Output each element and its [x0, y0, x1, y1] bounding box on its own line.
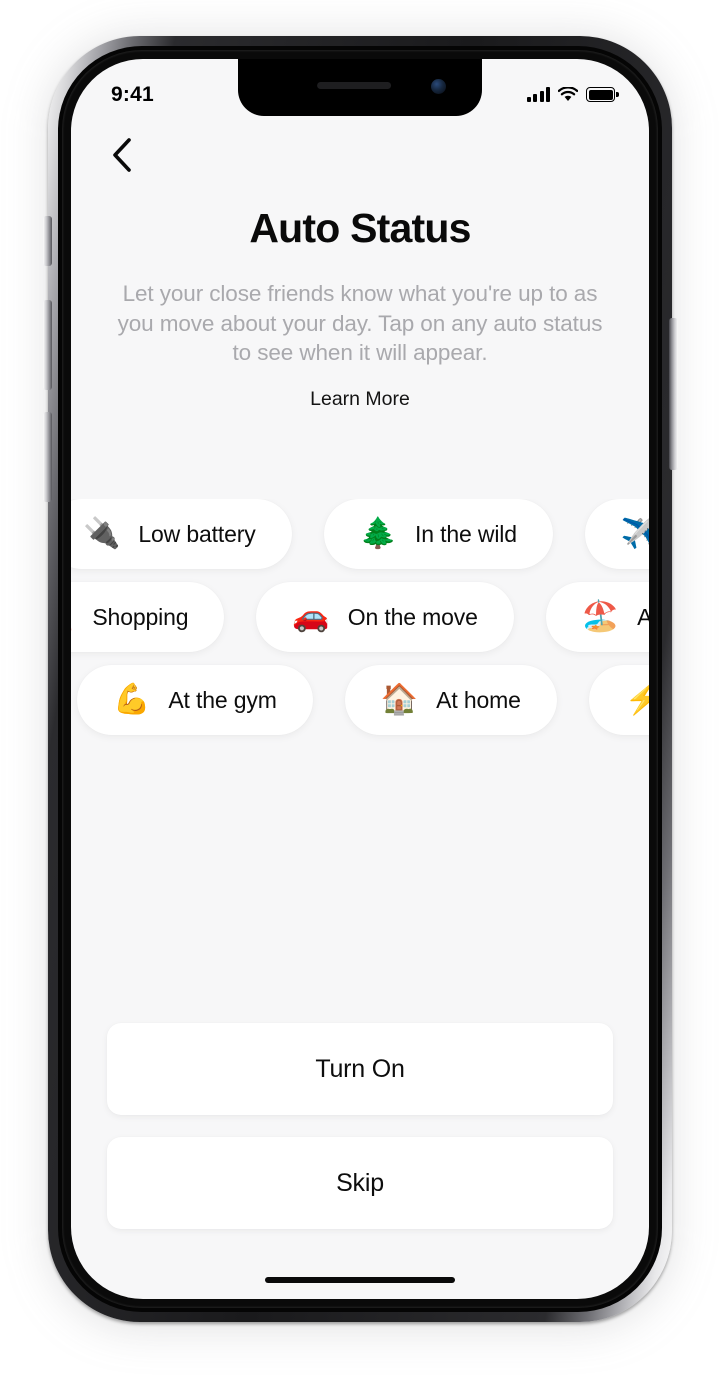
volume-down-button[interactable] [43, 412, 52, 502]
status-chip[interactable]: ⚡Charging [588, 665, 649, 736]
silent-switch-button[interactable] [43, 216, 52, 266]
screenshot-stage: 9:41 Auto Status Let your close friends … [0, 0, 720, 1377]
phone-screen: 9:41 Auto Status Let your close friends … [71, 59, 649, 1299]
status-chip-label: On the move [347, 603, 478, 630]
front-camera-icon [431, 79, 446, 94]
signal-bars-icon [526, 87, 550, 102]
evergreen-tree-icon: 🌲 [359, 517, 397, 551]
status-bar-icons [526, 86, 619, 102]
chip-row-2: 🛍️ Shopping 🚗 On the move 🏖️ At the beach [71, 582, 649, 653]
status-chip-label: Low battery [138, 520, 256, 547]
beach-with-umbrella-icon: 🏖️ [581, 600, 620, 634]
back-button[interactable] [99, 132, 145, 178]
status-chip-label: In the wild [414, 520, 517, 547]
battery-full-icon [586, 87, 619, 102]
bottom-action-area: Turn On Skip [71, 1023, 649, 1229]
navigation-bar [71, 116, 649, 194]
status-chip-label: At the gym [168, 686, 277, 713]
red-car-icon: 🚗 [292, 600, 330, 634]
page-subtitle: Let your close friends know what you're … [117, 281, 603, 366]
status-chip[interactable]: 💪 At the gym [77, 665, 313, 736]
flexed-biceps-icon: 💪 [113, 683, 151, 717]
shopping-bags-icon: 🛍️ [71, 602, 74, 632]
chip-row-1: 🔌 Low battery 🌲 In the wild ✈️At the airport [71, 499, 649, 570]
skip-button[interactable]: Skip [107, 1137, 613, 1229]
wifi-icon [557, 86, 579, 102]
volume-up-button[interactable] [43, 300, 52, 390]
status-chip-label: At the beach [637, 603, 649, 630]
page-header: Auto Status Let your close friends know … [71, 194, 649, 411]
status-chip[interactable]: 🏖️ At the beach [545, 582, 649, 653]
home-indicator[interactable] [265, 1277, 455, 1283]
chip-row-3: 💪 At the gym 🏠 At home ⚡Charging [77, 665, 649, 736]
high-voltage-icon: ⚡ [624, 683, 649, 717]
status-chip-label: At home [436, 686, 521, 713]
electric-plug-icon: 🔌 [83, 517, 121, 551]
status-chip[interactable]: 🔌 Low battery [71, 499, 292, 570]
page-title: Auto Status [249, 205, 471, 251]
airplane-icon: ✈️ [620, 517, 649, 551]
status-chip[interactable]: 🛍️ Shopping [71, 582, 225, 653]
power-button[interactable] [669, 318, 678, 470]
status-chip[interactable]: 🌲 In the wild [323, 499, 553, 570]
status-chip-label: Shopping [92, 603, 189, 630]
screen-content: Auto Status Let your close friends know … [71, 116, 649, 1299]
earpiece-speaker [317, 82, 392, 89]
learn-more-link[interactable]: Learn More [310, 388, 410, 411]
house-icon: 🏠 [380, 683, 419, 717]
status-chip[interactable]: 🚗 On the move [256, 582, 514, 653]
chevron-left-icon [113, 138, 131, 172]
turn-on-button[interactable]: Turn On [107, 1023, 613, 1115]
auto-status-chip-area: 🔌 Low battery 🌲 In the wild ✈️At the airport… [71, 499, 649, 748]
status-bar-time: 9:41 [111, 82, 154, 106]
display-notch [238, 59, 482, 116]
status-chip[interactable]: 🏠 At home [344, 665, 557, 736]
status-chip[interactable]: ✈️At the airport [584, 499, 649, 570]
